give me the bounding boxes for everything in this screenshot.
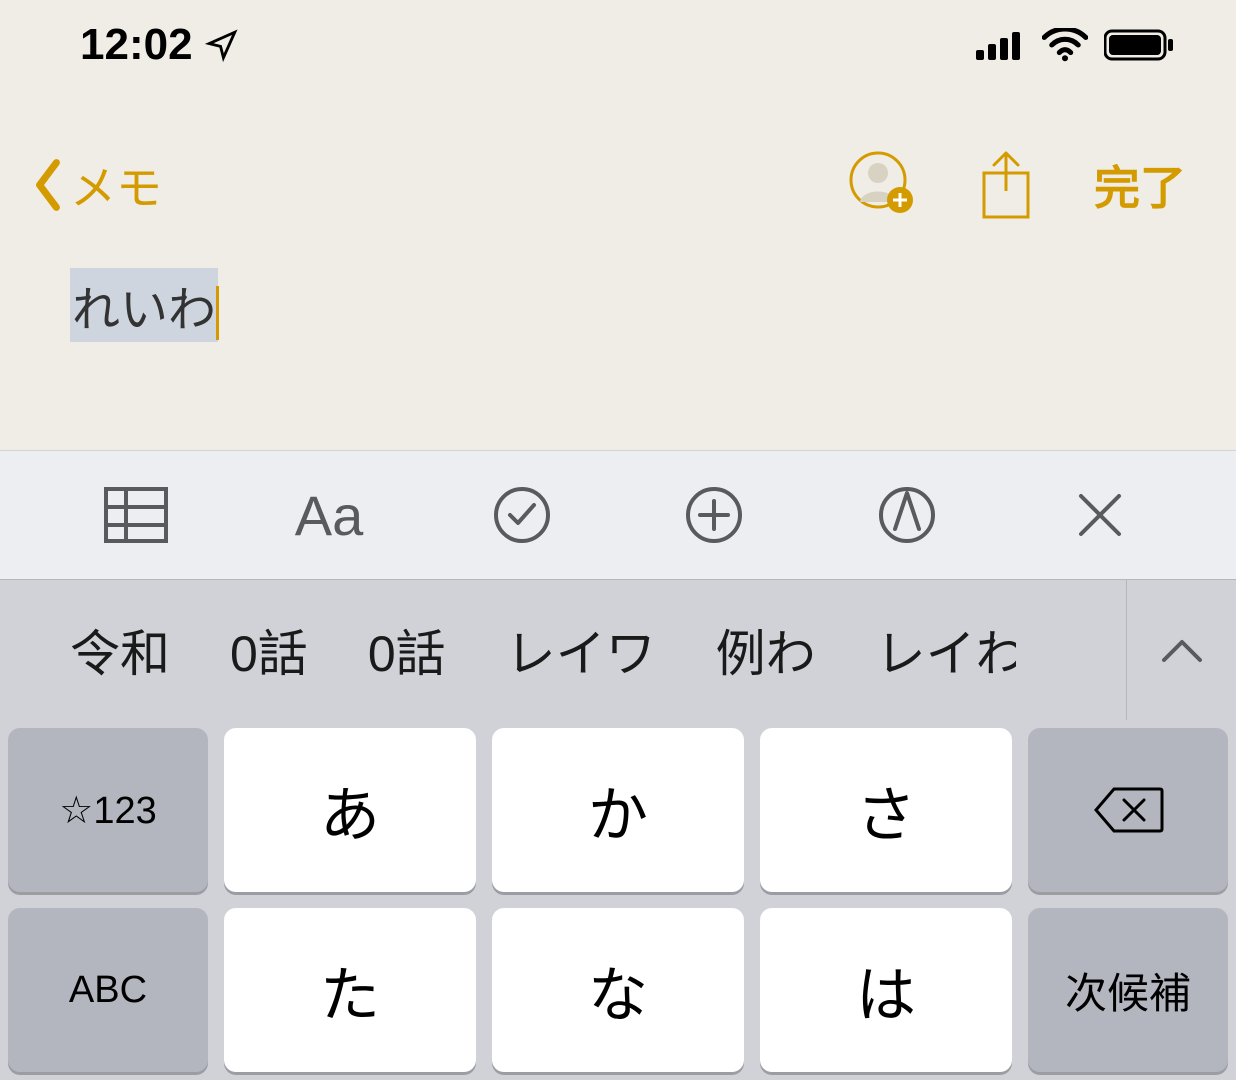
insert-table-button[interactable] xyxy=(96,475,176,555)
key-ta[interactable]: た xyxy=(224,908,476,1072)
key-sa[interactable]: さ xyxy=(760,728,1012,892)
back-button[interactable]: メモ xyxy=(30,152,162,218)
status-bar: 12:02 xyxy=(0,0,1236,90)
text-cursor xyxy=(216,286,219,340)
key-backspace[interactable] xyxy=(1028,728,1228,892)
key-symbols-label: ☆123 xyxy=(59,788,156,833)
ime-candidate-bar: 令和 0話 0話 レイワ 例わ レイわ xyxy=(0,580,1236,720)
add-attachment-button[interactable] xyxy=(674,475,754,555)
text-format-button[interactable]: Aa xyxy=(289,475,369,555)
battery-icon xyxy=(1104,28,1176,62)
candidate-item[interactable]: 0話 xyxy=(338,594,476,706)
key-abc-label: ABC xyxy=(69,969,147,1012)
share-icon[interactable] xyxy=(978,149,1034,221)
key-next-candidate[interactable]: 次候補 xyxy=(1028,908,1228,1072)
notes-accessory-toolbar: Aa xyxy=(0,450,1236,580)
back-label: メモ xyxy=(70,152,162,218)
key-a[interactable]: あ xyxy=(224,728,476,892)
wifi-icon xyxy=(1042,28,1088,62)
status-right xyxy=(976,28,1176,62)
key-next-candidate-label: 次候補 xyxy=(1065,960,1191,1021)
candidate-item[interactable]: レイワ xyxy=(476,594,686,706)
chevron-left-icon xyxy=(30,157,66,213)
key-symbols[interactable]: ☆123 xyxy=(8,728,208,892)
location-arrow-icon xyxy=(205,28,239,62)
candidate-item[interactable]: 例わ xyxy=(686,594,846,706)
key-abc[interactable]: ABC xyxy=(8,908,208,1072)
expand-candidates-button[interactable] xyxy=(1126,580,1236,720)
text-format-label: Aa xyxy=(295,483,364,548)
status-left: 12:02 xyxy=(80,20,239,70)
key-ha[interactable]: は xyxy=(760,908,1012,1072)
status-time: 12:02 xyxy=(80,20,193,70)
backspace-icon xyxy=(1092,785,1164,835)
add-person-icon[interactable] xyxy=(848,150,918,220)
note-editor[interactable]: れいわ xyxy=(70,268,1166,342)
candidate-item[interactable]: 令和 xyxy=(40,594,200,706)
keyboard: ☆123 あ か さ ABC た な は 次候補 xyxy=(0,720,1236,1080)
keyboard-row-2: ABC た な は 次候補 xyxy=(8,908,1228,1072)
keyboard-row-1: ☆123 あ か さ xyxy=(8,728,1228,892)
markup-button[interactable] xyxy=(867,475,947,555)
nav-bar: メモ 完了 xyxy=(0,130,1236,240)
done-button[interactable]: 完了 xyxy=(1094,152,1186,218)
candidate-item[interactable]: レイわ xyxy=(846,594,1016,706)
signal-icon xyxy=(976,28,1026,62)
close-toolbar-button[interactable] xyxy=(1060,475,1140,555)
key-ka[interactable]: か xyxy=(492,728,744,892)
checklist-button[interactable] xyxy=(482,475,562,555)
ime-composing-text: れいわ xyxy=(70,268,218,342)
key-na[interactable]: な xyxy=(492,908,744,1072)
candidate-item[interactable]: 0話 xyxy=(200,594,338,706)
nav-actions: 完了 xyxy=(848,149,1186,221)
